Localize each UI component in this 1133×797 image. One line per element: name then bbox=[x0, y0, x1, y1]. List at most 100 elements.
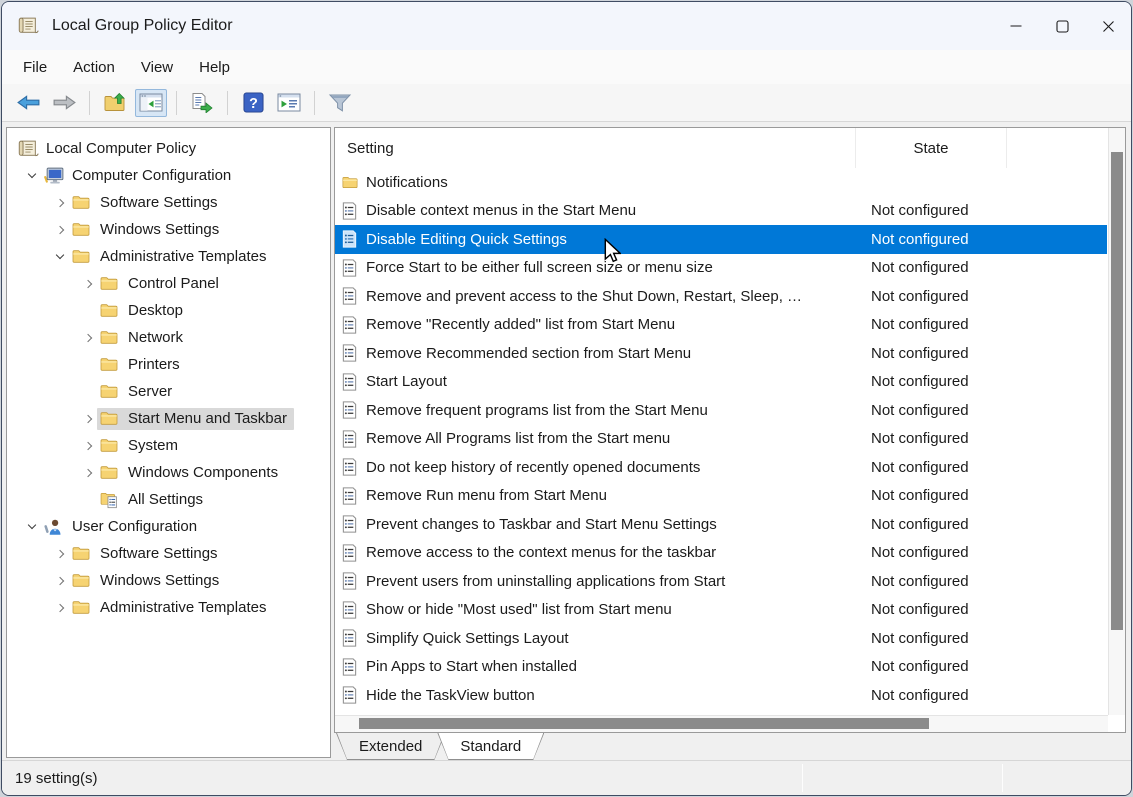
tree-item-software-settings[interactable]: Software Settings bbox=[7, 540, 330, 567]
tree-item-body[interactable]: Administrative Templates bbox=[69, 246, 273, 268]
tree-item-administrative-templates[interactable]: Administrative Templates bbox=[7, 594, 330, 621]
chevron-down-icon[interactable] bbox=[23, 525, 41, 528]
list-row-remove-frequent-programs-list-from-the-start-menu[interactable]: Remove frequent programs list from the S… bbox=[335, 396, 1107, 425]
show-properties-button[interactable] bbox=[273, 89, 305, 117]
list-row-prevent-users-from-uninstalling-applications-from-start[interactable]: Prevent users from uninstalling applicat… bbox=[335, 567, 1107, 596]
close-icon bbox=[1102, 20, 1115, 33]
tree-item-body[interactable]: Network bbox=[97, 327, 190, 349]
list-row-remove-all-programs-list-from-the-start-menu[interactable]: Remove All Programs list from the Start … bbox=[335, 425, 1107, 454]
maximize-button[interactable] bbox=[1039, 2, 1085, 50]
chevron-right-icon[interactable] bbox=[51, 551, 69, 557]
horizontal-scrollbar-thumb[interactable] bbox=[359, 718, 929, 729]
menu-item-view[interactable]: View bbox=[128, 55, 186, 80]
list-row-remove-recently-added-list-from-start-menu[interactable]: Remove "Recently added" list from Start … bbox=[335, 311, 1107, 340]
tree-item-body[interactable]: Software Settings bbox=[69, 192, 225, 214]
list-row-simplify-quick-settings-layout[interactable]: Simplify Quick Settings LayoutNot config… bbox=[335, 624, 1107, 653]
horizontal-scrollbar[interactable] bbox=[335, 715, 1108, 732]
menu-item-help[interactable]: Help bbox=[186, 55, 243, 80]
tree-item-body[interactable]: Administrative Templates bbox=[69, 597, 273, 619]
tree-item-desktop[interactable]: Desktop bbox=[7, 297, 330, 324]
tree-item-all-settings[interactable]: All Settings bbox=[7, 486, 330, 513]
list-row-start-layout[interactable]: Start LayoutNot configured bbox=[335, 368, 1107, 397]
tree-item-body[interactable]: Server bbox=[97, 381, 179, 403]
state-cell: Not configured bbox=[856, 630, 1026, 647]
chevron-down-icon[interactable] bbox=[51, 255, 69, 258]
chevron-right-icon[interactable] bbox=[51, 200, 69, 206]
maximize-icon bbox=[1056, 20, 1069, 33]
list-row-remove-access-to-the-context-menus-for-the-taskbar[interactable]: Remove access to the context menus for t… bbox=[335, 539, 1107, 568]
list-row-disable-editing-quick-settings[interactable]: Disable Editing Quick SettingsNot config… bbox=[335, 225, 1107, 254]
column-header-state[interactable]: State bbox=[856, 128, 1007, 168]
filter-button[interactable] bbox=[324, 89, 356, 117]
chevron-right-icon[interactable] bbox=[79, 416, 97, 422]
vertical-scrollbar-thumb[interactable] bbox=[1111, 152, 1123, 630]
folder-icon bbox=[72, 572, 93, 590]
chevron-down-icon[interactable] bbox=[23, 174, 41, 177]
tree-item-system[interactable]: System bbox=[7, 432, 330, 459]
tree-item-network[interactable]: Network bbox=[7, 324, 330, 351]
tree-item-body[interactable]: User Configuration bbox=[41, 516, 204, 538]
tree-item-body[interactable]: Local Computer Policy bbox=[15, 138, 203, 160]
tree-item-start-menu-and-taskbar[interactable]: Start Menu and Taskbar bbox=[7, 405, 330, 432]
vertical-scrollbar[interactable] bbox=[1108, 128, 1125, 715]
list-row-disable-context-menus-in-the-start-menu[interactable]: Disable context menus in the Start MenuN… bbox=[335, 197, 1107, 226]
help-button[interactable]: ? bbox=[237, 89, 269, 117]
list-row-prevent-changes-to-taskbar-and-start-menu-settings[interactable]: Prevent changes to Taskbar and Start Men… bbox=[335, 510, 1107, 539]
menu-item-file[interactable]: File bbox=[10, 55, 60, 80]
tree-item-body[interactable]: Computer Configuration bbox=[41, 165, 238, 187]
menu-item-action[interactable]: Action bbox=[60, 55, 128, 80]
tree-item-label: Windows Settings bbox=[100, 221, 219, 238]
list-row-hide-the-taskview-button[interactable]: Hide the TaskView buttonNot configured bbox=[335, 681, 1107, 710]
chevron-right-icon[interactable] bbox=[79, 470, 97, 476]
tree-item-server[interactable]: Server bbox=[7, 378, 330, 405]
tree-item-windows-settings[interactable]: Windows Settings bbox=[7, 216, 330, 243]
chevron-right-icon[interactable] bbox=[51, 605, 69, 611]
setting-cell: Remove frequent programs list from the S… bbox=[335, 401, 856, 419]
tree-item-printers[interactable]: Printers bbox=[7, 351, 330, 378]
minimize-button[interactable] bbox=[993, 2, 1039, 50]
tab-label: Standard bbox=[438, 733, 543, 759]
column-header-setting[interactable]: Setting bbox=[335, 128, 856, 168]
tree-item-body[interactable]: Desktop bbox=[97, 300, 190, 322]
export-list-button[interactable] bbox=[186, 89, 218, 117]
folder-icon bbox=[100, 329, 121, 347]
tree-item-body[interactable]: Windows Settings bbox=[69, 570, 226, 592]
show-console-tree-button[interactable] bbox=[135, 89, 167, 117]
list-row-remove-and-prevent-access-to-the-shut-down-restart-sleep[interactable]: Remove and prevent access to the Shut Do… bbox=[335, 282, 1107, 311]
tree-item-software-settings[interactable]: Software Settings bbox=[7, 189, 330, 216]
list-row-remove-recommended-section-from-start-menu[interactable]: Remove Recommended section from Start Me… bbox=[335, 339, 1107, 368]
tree-item-administrative-templates[interactable]: Administrative Templates bbox=[7, 243, 330, 270]
tree-item-windows-components[interactable]: Windows Components bbox=[7, 459, 330, 486]
back-button[interactable] bbox=[12, 89, 44, 117]
tree-item-computer-configuration[interactable]: Computer Configuration bbox=[7, 162, 330, 189]
list-row-show-or-hide-most-used-list-from-start-menu[interactable]: Show or hide "Most used" list from Start… bbox=[335, 596, 1107, 625]
list-row-remove-run-menu-from-start-menu[interactable]: Remove Run menu from Start MenuNot confi… bbox=[335, 482, 1107, 511]
tab-extended[interactable]: Extended bbox=[336, 733, 445, 760]
tree-item-body[interactable]: Printers bbox=[97, 354, 187, 376]
tree-item-body[interactable]: All Settings bbox=[97, 489, 210, 511]
forward-button[interactable] bbox=[48, 89, 80, 117]
list-row-do-not-keep-history-of-recently-opened-documents[interactable]: Do not keep history of recently opened d… bbox=[335, 453, 1107, 482]
tree-item-body[interactable]: Start Menu and Taskbar bbox=[97, 408, 294, 430]
chevron-right-icon[interactable] bbox=[79, 335, 97, 341]
chevron-right-icon[interactable] bbox=[51, 227, 69, 233]
tree-item-body[interactable]: Software Settings bbox=[69, 543, 225, 565]
list-row-pin-apps-to-start-when-installed[interactable]: Pin Apps to Start when installedNot conf… bbox=[335, 653, 1107, 682]
tree-item-control-panel[interactable]: Control Panel bbox=[7, 270, 330, 297]
state-cell: Not configured bbox=[856, 345, 1026, 362]
tree-item-body[interactable]: Control Panel bbox=[97, 273, 226, 295]
list-row-force-start-to-be-either-full-screen-size-or-menu-size[interactable]: Force Start to be either full screen siz… bbox=[335, 254, 1107, 283]
tree-item-body[interactable]: Windows Settings bbox=[69, 219, 226, 241]
chevron-right-icon[interactable] bbox=[79, 281, 97, 287]
chevron-right-icon[interactable] bbox=[51, 578, 69, 584]
up-one-level-button[interactable] bbox=[99, 89, 131, 117]
list-row-notifications[interactable]: Notifications bbox=[335, 168, 1107, 197]
tree-item-windows-settings[interactable]: Windows Settings bbox=[7, 567, 330, 594]
tree-item-local-computer-policy[interactable]: Local Computer Policy bbox=[7, 135, 330, 162]
chevron-right-icon[interactable] bbox=[79, 443, 97, 449]
tree-item-user-configuration[interactable]: User Configuration bbox=[7, 513, 330, 540]
tree-item-body[interactable]: System bbox=[97, 435, 185, 457]
tree-item-body[interactable]: Windows Components bbox=[97, 462, 285, 484]
close-button[interactable] bbox=[1085, 2, 1131, 50]
tab-standard[interactable]: Standard bbox=[437, 733, 544, 760]
